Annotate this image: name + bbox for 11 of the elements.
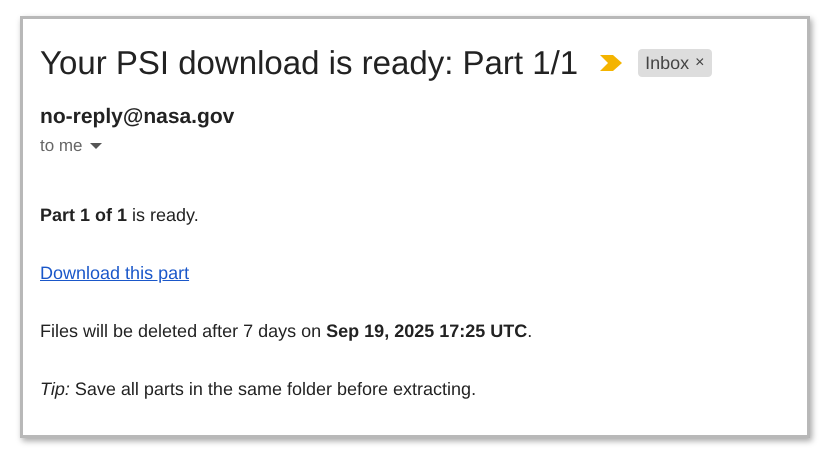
importance-marker-icon[interactable]	[600, 55, 622, 71]
download-link[interactable]: Download this part	[40, 261, 190, 285]
email-subject: Your PSI download is ready: Part 1/1	[40, 43, 578, 83]
body-paragraph: Tip: Save all parts in the same folder before extracting.	[40, 378, 478, 401]
body-paragraph: Part 1 of 1 is ready.	[40, 204, 200, 227]
inbox-label: Inbox ×	[638, 49, 712, 77]
sender-address: no-reply@nasa.gov	[40, 104, 236, 130]
caret-icon[interactable]	[90, 142, 102, 150]
body-paragraph: Files will be deleted after 7 days on Sep 19, 2025 17:25 UTC.	[40, 320, 534, 343]
remove-label-button[interactable]: ×	[695, 51, 704, 75]
recipient-text: to me	[40, 135, 83, 157]
